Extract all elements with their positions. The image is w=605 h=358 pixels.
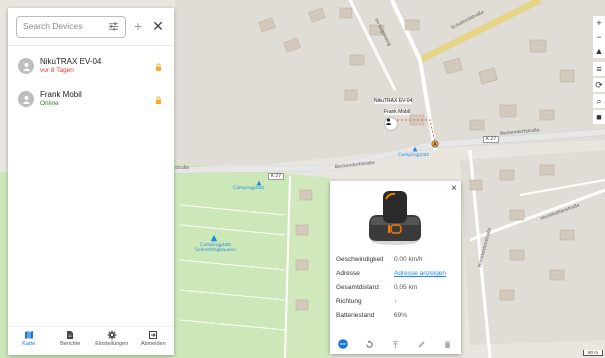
delete-icon [445, 340, 451, 348]
delete-button[interactable] [443, 339, 453, 349]
row-value: 69% [394, 312, 408, 319]
map-icon [24, 331, 33, 339]
more-button[interactable] [338, 339, 348, 349]
device-item-2[interactable]: Frank Mobil Online [8, 86, 174, 116]
device-item-1[interactable]: NikuTRAX EV-04 vor 8 Tagen [8, 53, 174, 83]
replay-button[interactable] [364, 339, 374, 349]
show-address-link[interactable]: Adresse anzeigen [394, 270, 446, 277]
device-marker-2[interactable] [431, 140, 439, 148]
popup-row-address: Adresse Adresse anzeigen [336, 267, 456, 281]
nav-label: Berichte [60, 341, 81, 347]
popup-row-direction: Richtung ↑ [336, 295, 456, 309]
row-key: Richtung [336, 298, 362, 305]
edit-button[interactable] [417, 339, 427, 349]
nav-logout[interactable]: Abmelden [133, 327, 175, 355]
device-name: Frank Mobil [40, 90, 82, 99]
row-key: Adresse [336, 270, 360, 277]
lock-icon [155, 96, 162, 104]
more-icon [338, 339, 348, 349]
person-icon [385, 118, 392, 125]
report-icon [67, 331, 74, 339]
panel-header: + ✕ [8, 8, 174, 46]
popup-close-button[interactable]: × [451, 183, 457, 194]
row-value: 0.00 km/h [394, 256, 423, 263]
direction-marker-icon [431, 140, 439, 148]
row-key: Geschwindigkeit [336, 256, 384, 263]
avatar [18, 58, 34, 74]
add-device-button[interactable]: + [128, 16, 148, 36]
bottom-navigation: Karte Berichte Einstellungen Abmelden [8, 326, 174, 355]
device-popup: × Geschwindigkeit 0.00 km/h Adresse Adre… [330, 181, 461, 354]
device-panel: + ✕ NikuTRAX EV-04 vor 8 Tagen Frank Mob… [8, 8, 174, 355]
road-badge-k27-a: K 27 [268, 173, 285, 180]
search-map-button[interactable]: ⌕ [593, 94, 605, 108]
device-name: NikuTRAX EV-04 [40, 57, 102, 66]
person-icon [22, 95, 30, 104]
street-label-left: straße [175, 166, 190, 171]
plus-icon: + [133, 18, 143, 34]
popup-row-speed: Geschwindigkeit 0.00 km/h [336, 253, 456, 267]
edit-icon [418, 340, 425, 348]
tune-icon[interactable] [108, 21, 119, 32]
popup-row-distance: Gesamtdistanz 0.05 km [336, 281, 456, 295]
command-button[interactable] [390, 339, 400, 349]
refresh-button[interactable]: ⟳ [593, 78, 605, 92]
poi-campingplatz-2: Campingplatz [398, 153, 430, 158]
device-status: vor 8 Tagen [40, 67, 74, 74]
avatar [18, 91, 34, 107]
poi-campingplatz-1: Campingplatz [233, 186, 265, 191]
zoom-in-button[interactable]: + [593, 16, 605, 30]
nav-map[interactable]: Karte [8, 327, 50, 355]
tent-icon [412, 146, 418, 152]
scale-bar: 50 m [582, 350, 603, 356]
replay-icon [366, 339, 373, 348]
nav-label: Abmelden [140, 341, 166, 347]
popup-actions [330, 334, 461, 354]
nav-label: Karte [22, 341, 36, 347]
gear-icon [107, 330, 117, 340]
nav-label: Einstellungen [95, 341, 129, 347]
person-icon [22, 62, 30, 71]
upload-icon [392, 340, 399, 348]
tent-icon [210, 234, 218, 242]
lock-icon [155, 63, 162, 71]
device-image [369, 191, 421, 245]
nav-settings[interactable]: Einstellungen [91, 327, 133, 355]
layers-button[interactable]: ≡ [593, 62, 605, 76]
row-value: 0.05 km [394, 284, 418, 291]
device-status: Online [40, 100, 59, 107]
search-input[interactable] [23, 20, 103, 32]
marker-label-1: NikuTRAX EV-04 [374, 98, 413, 104]
marker-label-2: Frank Mobil [384, 109, 411, 115]
row-value: ↑ [394, 298, 398, 305]
row-key: Batteriestand [336, 312, 375, 319]
row-key: Gesamtdistanz [336, 284, 380, 291]
road-badge-k27-b: K 27 [483, 136, 500, 143]
compass-button[interactable]: ▲ [593, 44, 605, 58]
search-box [16, 16, 126, 38]
zoom-out-button[interactable]: − [593, 30, 605, 44]
poi-campingplatz-3: Campingplatz Schnettinghausen [195, 243, 236, 253]
close-panel-button[interactable]: ✕ [148, 16, 168, 36]
tent-icon [256, 180, 262, 186]
logout-icon [149, 331, 158, 339]
close-icon: ✕ [152, 17, 164, 34]
notifications-button[interactable]: ■ [593, 110, 605, 124]
device-marker-1[interactable] [385, 118, 397, 130]
nav-reports[interactable]: Berichte [50, 327, 92, 355]
popup-row-battery: Batteriestand 69% [336, 309, 456, 323]
